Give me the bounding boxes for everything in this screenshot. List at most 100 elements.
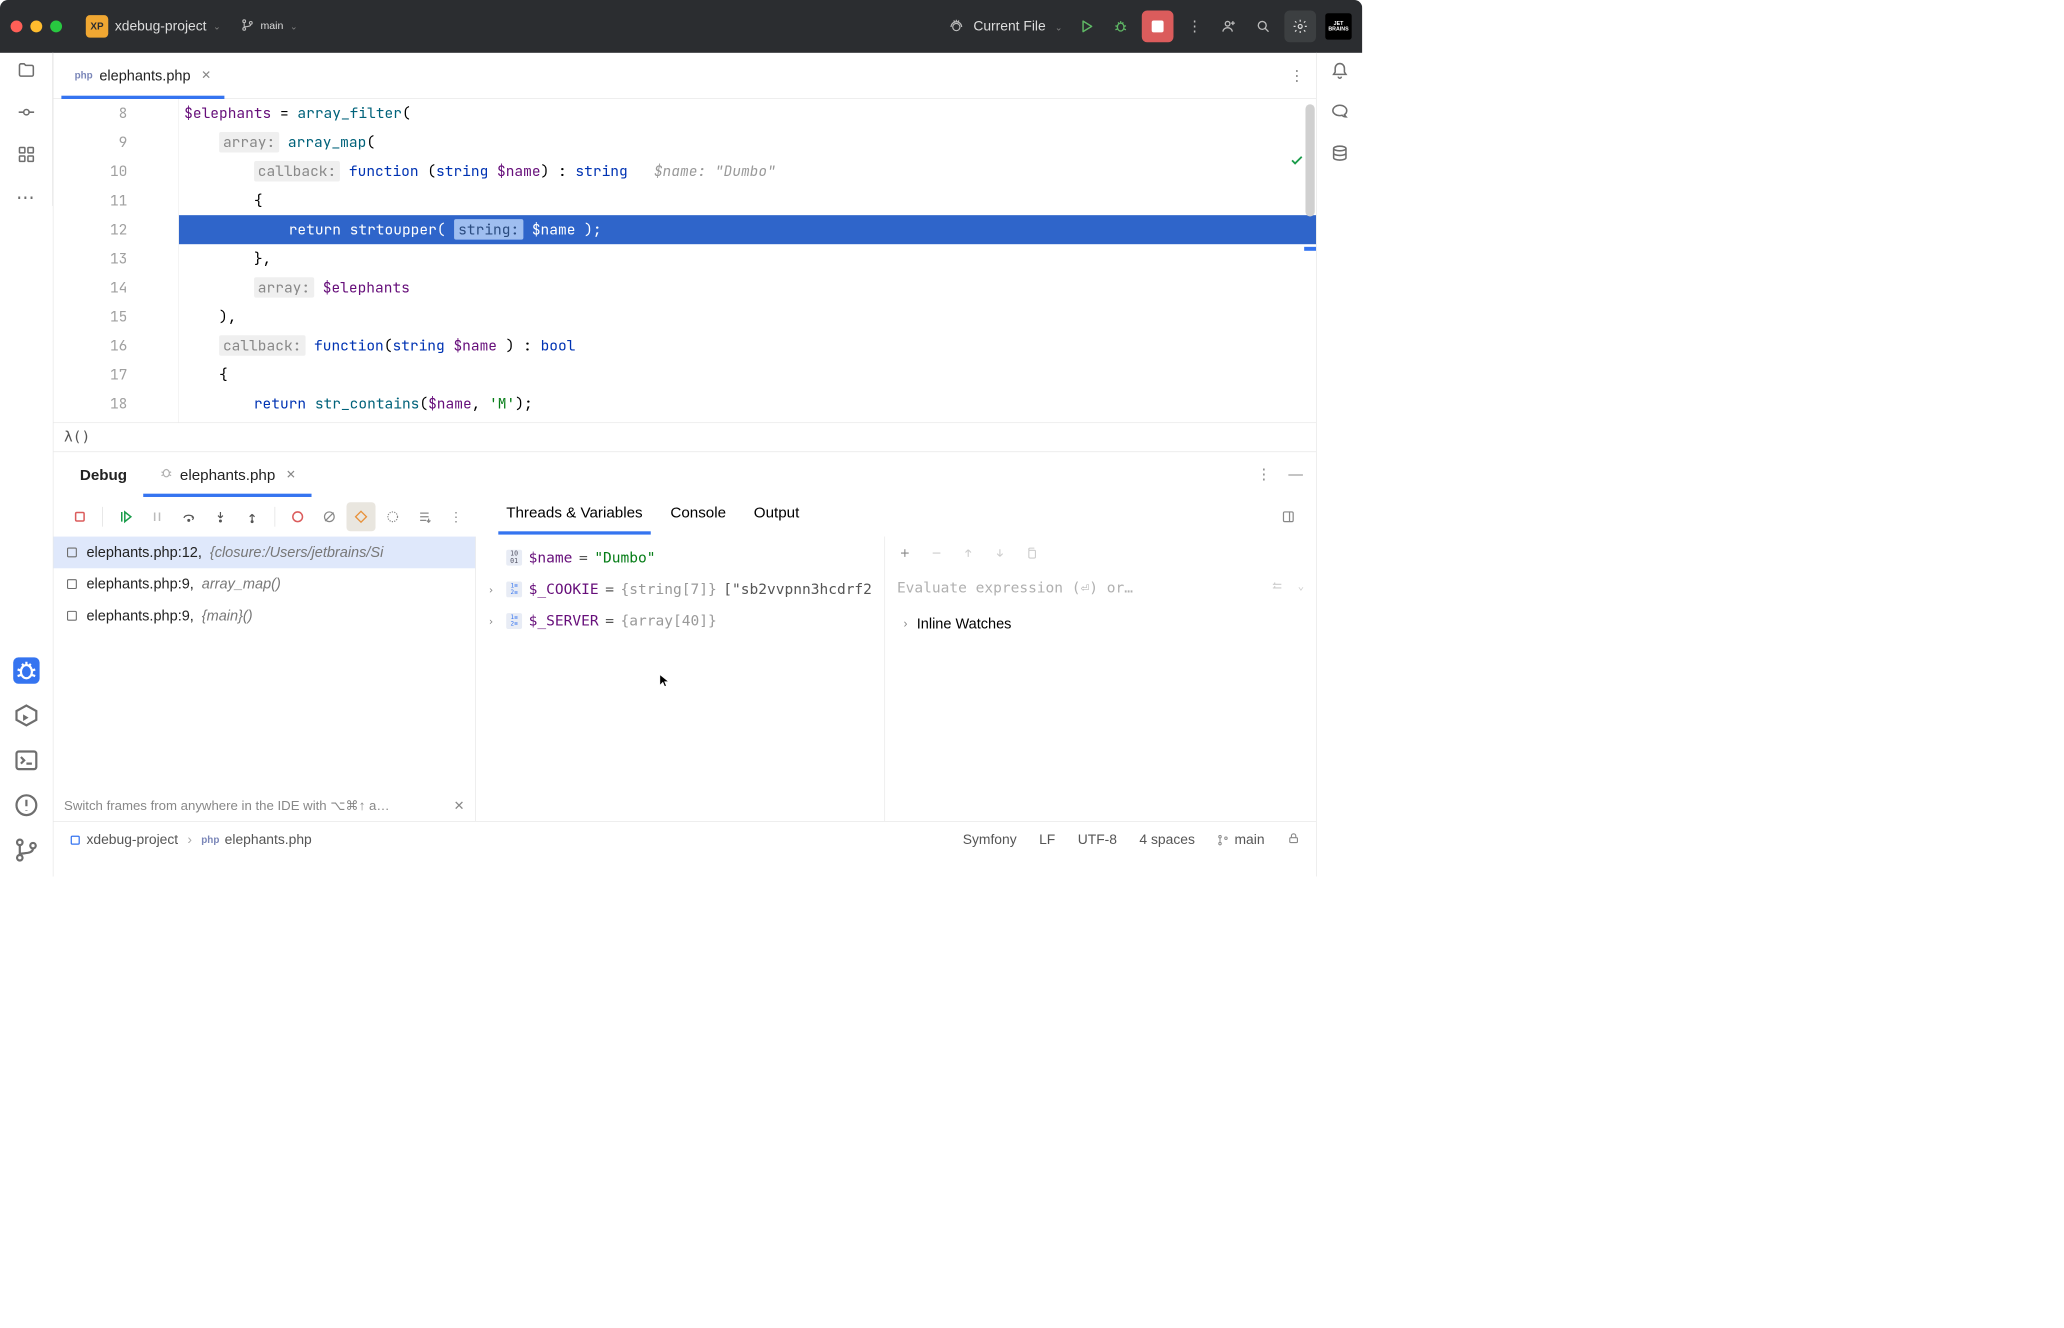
frames-pane: elephants.php:12, {closure:/Users/jetbra… — [53, 537, 475, 821]
pause-icon[interactable] — [143, 502, 172, 531]
inspection-ok-icon[interactable] — [1290, 153, 1305, 168]
variable-row[interactable]: 1001 $name = "Dumbo" — [476, 542, 885, 574]
status-branch[interactable]: main — [1217, 832, 1264, 848]
debug-button[interactable] — [1107, 13, 1133, 39]
debug-panel: Debug elephants.php ✕ ⋮ — — [53, 451, 1316, 821]
run-configuration[interactable]: Current File ⌄ — [973, 18, 1062, 34]
expand-eval-icon[interactable]: ⌄ — [1298, 579, 1304, 596]
project-tool-icon[interactable] — [17, 61, 35, 79]
editor-tab-bar: php elephants.php ✕ ⋮ — [53, 53, 1316, 99]
vcs-tool-icon[interactable] — [13, 837, 39, 863]
variable-row[interactable]: › 1≡2≡ $_SERVER = {array[40]} — [476, 605, 885, 637]
database-tool-icon[interactable] — [1330, 144, 1348, 162]
step-over-icon[interactable] — [174, 502, 203, 531]
stop-debug-icon[interactable] — [65, 502, 94, 531]
code-area[interactable]: $elephants = array_filter( array: array_… — [179, 99, 1316, 422]
breadcrumb-file[interactable]: php elephants.php — [201, 832, 312, 848]
step-out-icon[interactable] — [238, 502, 267, 531]
commit-tool-icon[interactable] — [17, 103, 35, 121]
terminal-tool-icon[interactable] — [13, 747, 39, 773]
evaluate-expression-row: Evaluate expression (⏎) or… ⌄ — [885, 570, 1316, 607]
editor-tab[interactable]: php elephants.php ✕ — [61, 53, 224, 99]
project-badge: XP — [86, 15, 108, 37]
close-tab-icon[interactable]: ✕ — [201, 69, 211, 83]
tab-filename: elephants.php — [99, 67, 190, 84]
encoding[interactable]: UTF-8 — [1078, 832, 1117, 848]
services-tool-icon[interactable] — [13, 702, 39, 728]
remove-watch-icon[interactable] — [929, 545, 945, 561]
code-with-me-icon[interactable] — [1216, 13, 1242, 39]
minimize-panel-icon[interactable]: — — [1288, 466, 1303, 483]
copy-watch-icon[interactable] — [1024, 545, 1040, 561]
breadcrumb-project[interactable]: xdebug-project — [69, 832, 178, 848]
threads-variables-tab[interactable]: Threads & Variables — [506, 503, 642, 530]
expand-icon[interactable]: › — [488, 583, 500, 596]
line-separator[interactable]: LF — [1039, 832, 1055, 848]
frame-row[interactable]: elephants.php:12, {closure:/Users/jetbra… — [53, 537, 475, 569]
evaluate-input[interactable]: Evaluate expression (⏎) or… — [897, 580, 1261, 597]
vcs-branch[interactable]: main ⌄ — [241, 18, 298, 35]
array-type-icon: 1≡2≡ — [506, 581, 522, 597]
minimize-window[interactable] — [30, 20, 42, 32]
close-session-icon[interactable]: ✕ — [286, 468, 296, 482]
watch-up-icon[interactable] — [960, 545, 976, 561]
debug-more-icon[interactable]: ⋮ — [1257, 466, 1272, 483]
line-numbers: 8 9 10 11 12 13 14 15 16 17 18 — [53, 99, 139, 422]
mute-breakpoints-icon[interactable] — [315, 502, 344, 531]
editor[interactable]: 8 9 10 11 12 13 14 15 16 17 18 $elephant… — [53, 99, 1316, 422]
titlebar: XP xdebug-project ⌄ main ⌄ Current File … — [0, 0, 1362, 53]
project-name[interactable]: xdebug-project — [115, 18, 207, 34]
structure-tool-icon[interactable] — [17, 145, 35, 163]
expand-icon: › — [904, 617, 908, 631]
statusbar: xdebug-project › php elephants.php Symfo… — [53, 821, 1316, 858]
maximize-window[interactable] — [50, 20, 62, 32]
debug-more-icon[interactable]: ⋮ — [442, 502, 471, 531]
expand-icon[interactable]: › — [488, 615, 500, 628]
console-tab[interactable]: Console — [670, 503, 726, 530]
watch-down-icon[interactable] — [992, 545, 1008, 561]
breadcrumb-bar[interactable]: λ() — [53, 422, 1316, 451]
run-button[interactable] — [1073, 13, 1099, 39]
search-icon[interactable] — [1250, 13, 1276, 39]
frame-row[interactable]: elephants.php:9, {main}() — [53, 600, 475, 632]
watches-pane: Evaluate expression (⏎) or… ⌄ › Inline W… — [885, 537, 1316, 821]
output-tab[interactable]: Output — [754, 503, 800, 530]
add-watch-icon[interactable] — [897, 545, 913, 561]
php-file-icon: php — [75, 70, 93, 81]
break-exception-icon[interactable] — [347, 502, 376, 531]
debug-tool-icon[interactable] — [13, 657, 39, 683]
tab-more-icon[interactable]: ⋮ — [1290, 67, 1305, 84]
stop-button[interactable] — [1142, 11, 1174, 43]
variable-row[interactable]: › 1≡2≡ $_COOKIE = {string[7]} ["sb2vvpnn… — [476, 574, 885, 606]
chevron-down-icon[interactable]: ⌄ — [213, 21, 221, 32]
close-tip-icon[interactable]: ✕ — [454, 797, 465, 814]
lock-icon[interactable] — [1287, 831, 1300, 848]
frame-row[interactable]: elephants.php:9, array_map() — [53, 568, 475, 600]
debug-settings-icon[interactable] — [378, 502, 407, 531]
problems-tool-icon[interactable] — [13, 792, 39, 818]
settings-button[interactable] — [1284, 11, 1316, 43]
bug-icon — [159, 465, 174, 483]
resume-icon[interactable] — [111, 502, 140, 531]
debug-listen-icon[interactable] — [943, 13, 969, 39]
step-into-icon[interactable] — [206, 502, 235, 531]
notifications-icon[interactable] — [1330, 62, 1348, 80]
stop-icon — [1152, 20, 1164, 32]
history-icon[interactable] — [1270, 579, 1285, 596]
more-tools-icon[interactable]: ⋯ — [17, 187, 35, 205]
editor-marker[interactable] — [1304, 247, 1316, 251]
fold-gutter[interactable] — [139, 99, 179, 422]
indent[interactable]: 4 spaces — [1139, 832, 1194, 848]
framework-indicator[interactable]: Symfony — [963, 832, 1017, 848]
close-window[interactable] — [11, 20, 23, 32]
debug-session-tab[interactable]: elephants.php ✕ — [143, 452, 312, 497]
view-breakpoints-icon[interactable] — [283, 502, 312, 531]
inline-watches-row[interactable]: › Inline Watches — [885, 607, 1316, 641]
array-type-icon: 1≡2≡ — [506, 613, 522, 629]
more-actions-icon[interactable]: ⋮ — [1181, 13, 1207, 39]
frame-icon — [65, 578, 78, 591]
ai-assistant-icon[interactable] — [1330, 103, 1348, 121]
thread-dump-icon[interactable] — [410, 502, 439, 531]
layout-settings-icon[interactable] — [1274, 502, 1303, 531]
editor-scrollbar[interactable] — [1305, 104, 1314, 216]
